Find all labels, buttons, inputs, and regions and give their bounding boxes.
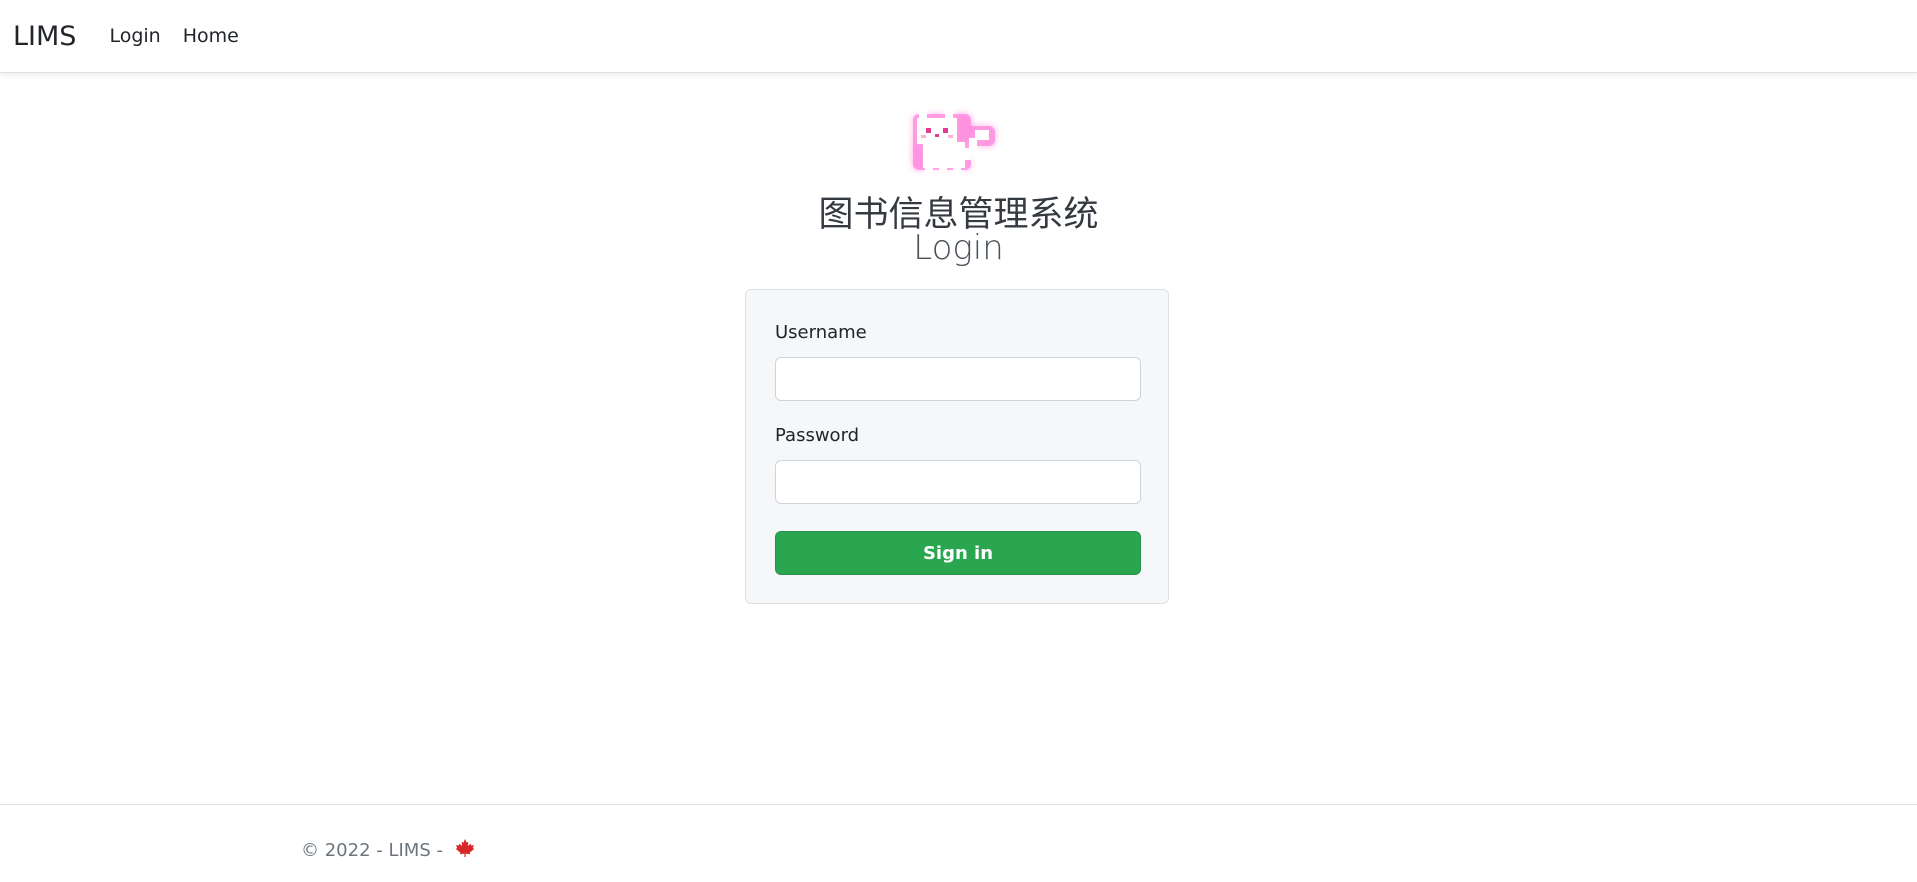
top-navbar: LIMS Login Home (0, 0, 1917, 73)
sign-in-button[interactable]: Sign in (775, 531, 1141, 575)
page-title: Login (913, 228, 1004, 268)
brand-link[interactable]: LIMS (13, 21, 76, 52)
password-label: Password (775, 425, 860, 446)
page-footer: © 2022 - LIMS - (0, 804, 1917, 882)
username-input[interactable] (775, 357, 1141, 401)
login-form: Username Password Sign in (745, 289, 1169, 604)
cat-mascot-logo (905, 100, 1005, 182)
footer-text-container: © 2022 - LIMS - (301, 838, 475, 863)
password-input[interactable] (775, 460, 1141, 504)
copyright-text: © 2022 - LIMS - (301, 840, 443, 861)
username-label: Username (775, 322, 867, 343)
nav-link-login[interactable]: Login (109, 25, 160, 47)
nav-link-home[interactable]: Home (183, 25, 239, 47)
maple-leaf-icon (455, 838, 475, 863)
